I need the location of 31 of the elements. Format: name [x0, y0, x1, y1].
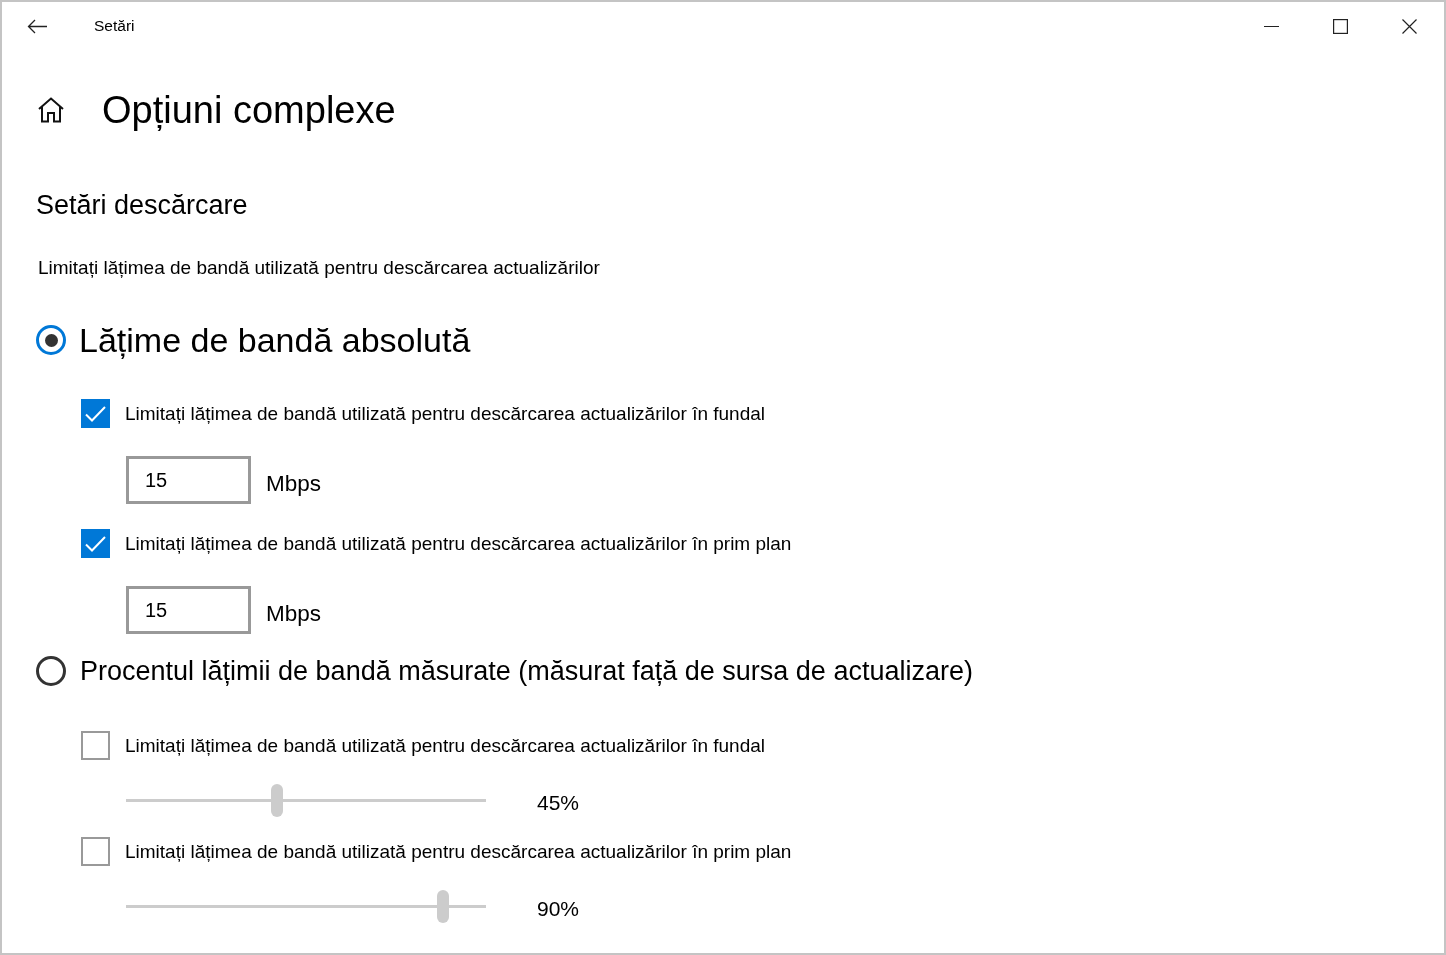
home-icon	[37, 97, 65, 123]
radio-button[interactable]	[36, 325, 66, 355]
checkbox[interactable]	[81, 399, 110, 428]
back-arrow-icon	[27, 18, 47, 34]
check-icon	[85, 535, 106, 552]
radio-label: Lățime de bandă absolută	[79, 319, 471, 361]
slider-value: 90%	[537, 896, 580, 923]
close-icon	[1402, 18, 1417, 34]
checkbox[interactable]	[81, 731, 110, 760]
checkbox[interactable]	[81, 837, 110, 866]
checkbox-label: Limitați lățimea de bandă utilizată pentru descărcarea actualizărilor în fundal	[125, 401, 766, 426]
minimize-icon	[1264, 25, 1279, 27]
unit-label: Mbps	[266, 470, 322, 499]
input-field[interactable]: 15	[126, 456, 251, 504]
window-title: Setări	[94, 16, 135, 37]
input-field[interactable]: 15	[126, 586, 251, 634]
unit-label: Mbps	[266, 600, 322, 629]
section-title: Setări descărcare	[36, 189, 248, 221]
radio-label: Procentul lățimii de bandă măsurate (măsurat față de sursa de actualizare)	[80, 654, 973, 688]
slider-thumb[interactable]	[436, 889, 449, 923]
checkbox-label: Limitați lățimea de bandă utilizată pentru descărcarea actualizărilor în prim plan	[125, 531, 792, 556]
page-title: Opțiuni complexe	[102, 91, 396, 129]
checkbox-label: Limitați lățimea de bandă utilizată pentru descărcarea actualizărilor în prim plan	[125, 839, 792, 864]
slider-thumb[interactable]	[271, 783, 284, 817]
maximize-icon	[1333, 18, 1348, 34]
checkbox[interactable]	[81, 529, 110, 558]
checkbox-label: Limitați lățimea de bandă utilizată pentru descărcarea actualizărilor în fundal	[125, 733, 766, 758]
slider-value: 45%	[537, 790, 580, 817]
radio-button[interactable]	[36, 656, 66, 686]
check-icon	[85, 405, 106, 422]
section-description: Limitați lățimea de bandă utilizată pentru descărcarea actualizărilor	[38, 257, 600, 279]
